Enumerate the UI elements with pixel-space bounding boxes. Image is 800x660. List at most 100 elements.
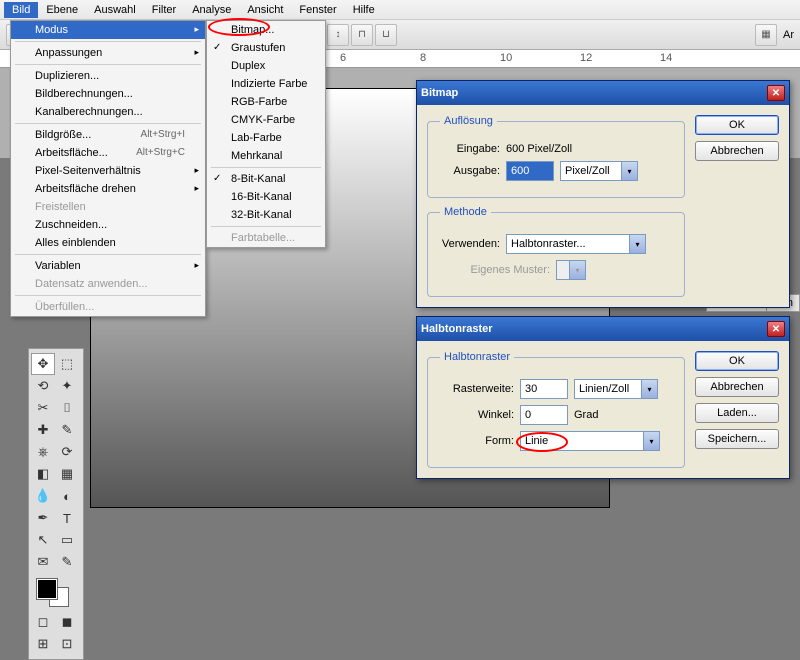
tool-heal[interactable]: ✚: [31, 419, 55, 441]
tool-eyedrop[interactable]: ✎: [55, 551, 79, 573]
submenu-item-duplex[interactable]: Duplex: [207, 57, 325, 75]
submenu-modus: Bitmap... ✓Graustufen Duplex Indizierte …: [206, 20, 326, 248]
laden-button[interactable]: Laden...: [695, 403, 779, 423]
submenu-item-indizierte[interactable]: Indizierte Farbe: [207, 75, 325, 93]
submenu-item-rgb[interactable]: RGB-Farbe: [207, 93, 325, 111]
tool-blur[interactable]: 💧: [31, 485, 55, 507]
menu-bild[interactable]: Bild: [4, 2, 38, 18]
ok-button[interactable]: OK: [695, 115, 779, 135]
menu-filter[interactable]: Filter: [144, 2, 184, 18]
submenu-item-16bit[interactable]: 16-Bit-Kanal: [207, 188, 325, 206]
tool-crop[interactable]: ✂: [31, 397, 55, 419]
tool-notes[interactable]: ✉: [31, 551, 55, 573]
dialog-titlebar[interactable]: Bitmap ✕: [417, 81, 789, 105]
legend: Methode: [440, 206, 491, 218]
label-eingabe: Eingabe:: [440, 143, 500, 155]
menu-item-variablen[interactable]: Variablen▸: [11, 257, 205, 275]
tool-screen2[interactable]: ⊡: [55, 633, 79, 655]
label-ausgabe: Ausgabe:: [440, 165, 500, 177]
label-grad: Grad: [574, 409, 598, 421]
tool-pen[interactable]: ✒: [31, 507, 55, 529]
dialog-title: Halbtonraster: [421, 323, 493, 335]
menu-fenster[interactable]: Fenster: [291, 2, 344, 18]
tool-lasso[interactable]: ⟲: [31, 375, 55, 397]
menu-item-anpassungen[interactable]: Anpassungen▸: [11, 44, 205, 62]
tool-wand[interactable]: ✦: [55, 375, 79, 397]
menu-ansicht[interactable]: Ansicht: [239, 2, 291, 18]
menu-item-bildgroesse[interactable]: Bildgröße...Alt+Strg+I: [11, 126, 205, 144]
submenu-item-farbtabelle: Farbtabelle...: [207, 229, 325, 247]
input-rasterweite[interactable]: [520, 379, 568, 399]
submenu-item-cmyk[interactable]: CMYK-Farbe: [207, 111, 325, 129]
tool-button[interactable]: ↕: [327, 24, 349, 46]
dialog-titlebar[interactable]: Halbtonraster ✕: [417, 317, 789, 341]
label-winkel: Winkel:: [440, 409, 514, 421]
submenu-item-lab[interactable]: Lab-Farbe: [207, 129, 325, 147]
tool-path[interactable]: ↖: [31, 529, 55, 551]
speichern-button[interactable]: Speichern...: [695, 429, 779, 449]
tool-screen[interactable]: ⊞: [31, 633, 55, 655]
tool-shape[interactable]: ▭: [55, 529, 79, 551]
input-winkel[interactable]: [520, 405, 568, 425]
menubar: Bild Ebene Auswahl Filter Analyse Ansich…: [0, 0, 800, 20]
menu-item-datensatz: Datensatz anwenden...: [11, 275, 205, 293]
tool-type[interactable]: T: [55, 507, 79, 529]
tool-history[interactable]: ⟳: [55, 441, 79, 463]
close-button[interactable]: ✕: [767, 321, 785, 337]
tool-marquee[interactable]: ⬚: [55, 353, 79, 375]
label-eigenes-muster: Eigenes Muster:: [440, 264, 550, 276]
select-ausgabe-unit[interactable]: Pixel/Zoll▾: [560, 161, 638, 181]
dialog-title: Bitmap: [421, 87, 458, 99]
tool-gradient[interactable]: ▦: [55, 463, 79, 485]
menu-item-bildberechnungen[interactable]: Bildberechnungen...: [11, 85, 205, 103]
menu-item-freistellen: Freistellen: [11, 198, 205, 216]
submenu-item-mehrkanal[interactable]: Mehrkanal: [207, 147, 325, 165]
tool-button[interactable]: ⊔: [375, 24, 397, 46]
menu-item-arbeitsflaeche-drehen[interactable]: Arbeitsfläche drehen▸: [11, 180, 205, 198]
menu-item-ueberfuellen: Überfüllen...: [11, 298, 205, 316]
tool-mode-mask[interactable]: ◼: [55, 611, 79, 633]
label-verwenden: Verwenden:: [440, 238, 500, 250]
submenu-item-graustufen[interactable]: ✓Graustufen: [207, 39, 325, 57]
menu-item-duplizieren[interactable]: Duplizieren...: [11, 67, 205, 85]
tool-mode-std[interactable]: ◻: [31, 611, 55, 633]
color-swatches[interactable]: [31, 577, 81, 607]
tool-dodge[interactable]: ◐: [55, 485, 79, 507]
ok-button[interactable]: OK: [695, 351, 779, 371]
menu-item-zuschneiden[interactable]: Zuschneiden...: [11, 216, 205, 234]
dialog-bitmap: Bitmap ✕ Auflösung Eingabe:600 Pixel/Zol…: [416, 80, 790, 308]
cancel-button[interactable]: Abbrechen: [695, 141, 779, 161]
menu-analyse[interactable]: Analyse: [184, 2, 239, 18]
tool-button[interactable]: ▦: [755, 24, 777, 46]
menu-hilfe[interactable]: Hilfe: [345, 2, 383, 18]
tool-button[interactable]: ⊓: [351, 24, 373, 46]
menu-item-arbeitsflaeche[interactable]: Arbeitsfläche...Alt+Strg+C: [11, 144, 205, 162]
menu-item-alles-einblenden[interactable]: Alles einblenden: [11, 234, 205, 252]
legend: Auflösung: [440, 115, 497, 127]
menu-bild-dropdown: Modus▸ Anpassungen▸ Duplizieren... Bildb…: [10, 20, 206, 317]
tool-brush[interactable]: ✎: [55, 419, 79, 441]
menu-item-pixel-sv[interactable]: Pixel-Seitenverhältnis▸: [11, 162, 205, 180]
fieldset-methode: Methode Verwenden: Halbtonraster...▾ Eig…: [427, 206, 685, 297]
select-form[interactable]: Linie▾: [520, 431, 660, 451]
submenu-item-bitmap[interactable]: Bitmap...: [207, 21, 325, 39]
input-ausgabe[interactable]: [506, 161, 554, 181]
select-raster-unit[interactable]: Linien/Zoll▾: [574, 379, 658, 399]
menu-item-kanalberechnungen[interactable]: Kanalberechnungen...: [11, 103, 205, 121]
toolbar-label: Ar: [783, 29, 794, 41]
menu-ebene[interactable]: Ebene: [38, 2, 86, 18]
legend: Halbtonraster: [440, 351, 514, 363]
fieldset-halbtonraster: Halbtonraster Rasterweite: Linien/Zoll▾ …: [427, 351, 685, 468]
submenu-item-32bit[interactable]: 32-Bit-Kanal: [207, 206, 325, 224]
select-verwenden[interactable]: Halbtonraster...▾: [506, 234, 646, 254]
submenu-item-8bit[interactable]: ✓8-Bit-Kanal: [207, 170, 325, 188]
close-button[interactable]: ✕: [767, 85, 785, 101]
menu-auswahl[interactable]: Auswahl: [86, 2, 144, 18]
cancel-button[interactable]: Abbrechen: [695, 377, 779, 397]
tool-slice[interactable]: ⌷: [55, 397, 79, 419]
menu-item-modus[interactable]: Modus▸: [11, 21, 205, 39]
tool-move[interactable]: ✥: [31, 353, 55, 375]
dialog-halbtonraster: Halbtonraster ✕ Halbtonraster Rasterweit…: [416, 316, 790, 479]
tool-stamp[interactable]: ⎈: [31, 441, 55, 463]
tool-eraser[interactable]: ◧: [31, 463, 55, 485]
